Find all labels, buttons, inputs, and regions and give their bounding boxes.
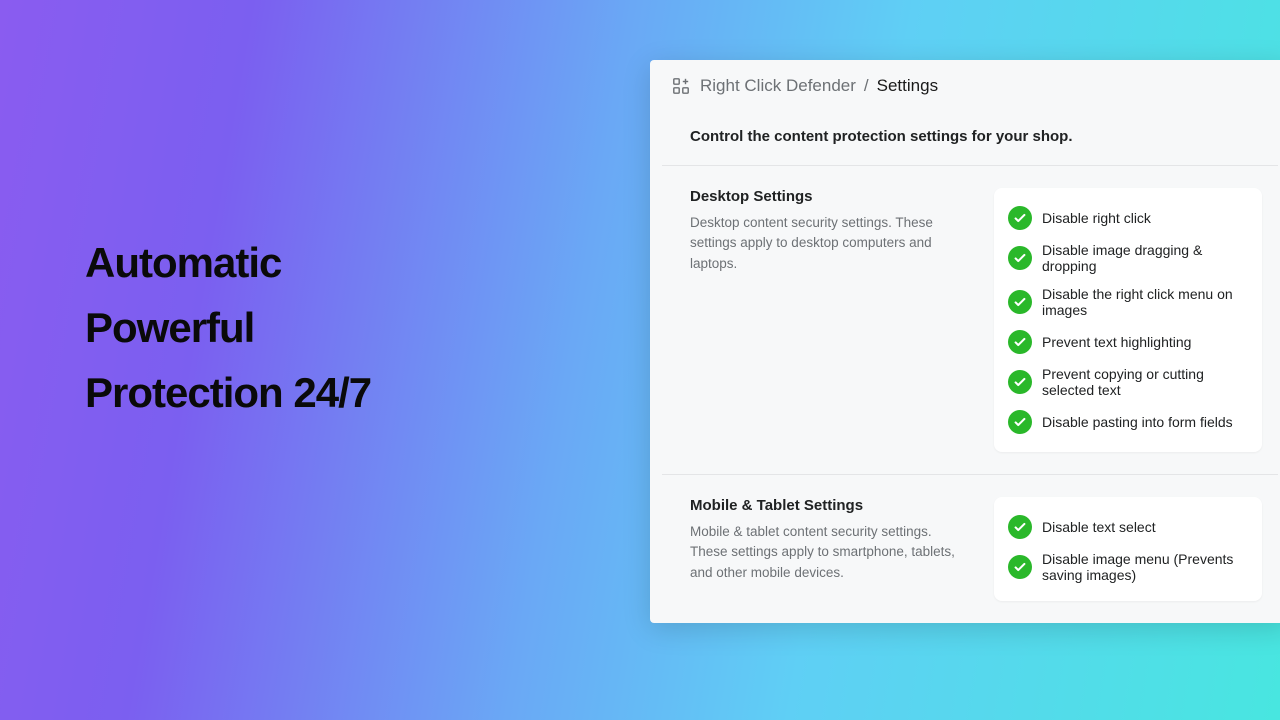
options-card: Disable right click Disable image draggi… bbox=[994, 188, 1262, 452]
section-desktop-desc: Desktop content security settings. These… bbox=[690, 213, 970, 274]
section-desktop-options: Disable right click Disable image draggi… bbox=[994, 188, 1262, 452]
breadcrumb: Right Click Defender / Settings bbox=[650, 60, 1280, 110]
option-row[interactable]: Disable image dragging & dropping bbox=[1008, 236, 1248, 280]
check-icon bbox=[1008, 246, 1032, 270]
breadcrumb-separator: / bbox=[864, 76, 869, 96]
section-mobile: Mobile & Tablet Settings Mobile & tablet… bbox=[662, 475, 1278, 623]
breadcrumb-current: Settings bbox=[877, 76, 938, 96]
option-row[interactable]: Disable pasting into form fields bbox=[1008, 404, 1248, 440]
option-row[interactable]: Disable right click bbox=[1008, 200, 1248, 236]
option-label: Disable text select bbox=[1042, 519, 1156, 535]
section-mobile-title: Mobile & Tablet Settings bbox=[690, 497, 970, 514]
option-row[interactable]: Prevent text highlighting bbox=[1008, 324, 1248, 360]
page-intro: Control the content protection settings … bbox=[662, 110, 1278, 166]
breadcrumb-app[interactable]: Right Click Defender bbox=[700, 76, 856, 96]
option-row[interactable]: Disable text select bbox=[1008, 509, 1248, 545]
option-label: Disable right click bbox=[1042, 210, 1151, 226]
check-icon bbox=[1008, 410, 1032, 434]
check-icon bbox=[1008, 370, 1032, 394]
section-mobile-info: Mobile & Tablet Settings Mobile & tablet… bbox=[690, 497, 970, 601]
options-card: Disable text select Disable image menu (… bbox=[994, 497, 1262, 601]
hero-line-2: Powerful bbox=[85, 295, 565, 360]
apps-grid-icon bbox=[672, 77, 690, 95]
option-row[interactable]: Disable the right click menu on images bbox=[1008, 280, 1248, 324]
hero-line-1: Automatic bbox=[85, 230, 565, 295]
check-icon bbox=[1008, 290, 1032, 314]
option-row[interactable]: Disable image menu (Prevents saving imag… bbox=[1008, 545, 1248, 589]
section-desktop-info: Desktop Settings Desktop content securit… bbox=[690, 188, 970, 452]
check-icon bbox=[1008, 515, 1032, 539]
option-label: Disable pasting into form fields bbox=[1042, 414, 1233, 430]
section-mobile-desc: Mobile & tablet content security setting… bbox=[690, 522, 970, 583]
option-label: Prevent text highlighting bbox=[1042, 334, 1191, 350]
option-label: Prevent copying or cutting selected text bbox=[1042, 366, 1248, 398]
section-mobile-options: Disable text select Disable image menu (… bbox=[994, 497, 1262, 601]
section-desktop-title: Desktop Settings bbox=[690, 188, 970, 205]
section-desktop: Desktop Settings Desktop content securit… bbox=[662, 166, 1278, 475]
option-label: Disable image menu (Prevents saving imag… bbox=[1042, 551, 1248, 583]
option-label: Disable the right click menu on images bbox=[1042, 286, 1248, 318]
check-icon bbox=[1008, 555, 1032, 579]
settings-panel: Right Click Defender / Settings Control … bbox=[650, 60, 1280, 623]
option-label: Disable image dragging & dropping bbox=[1042, 242, 1248, 274]
hero-headline: Automatic Powerful Protection 24/7 bbox=[85, 230, 565, 425]
check-icon bbox=[1008, 330, 1032, 354]
option-row[interactable]: Prevent copying or cutting selected text bbox=[1008, 360, 1248, 404]
hero-line-3: Protection 24/7 bbox=[85, 360, 565, 425]
check-icon bbox=[1008, 206, 1032, 230]
